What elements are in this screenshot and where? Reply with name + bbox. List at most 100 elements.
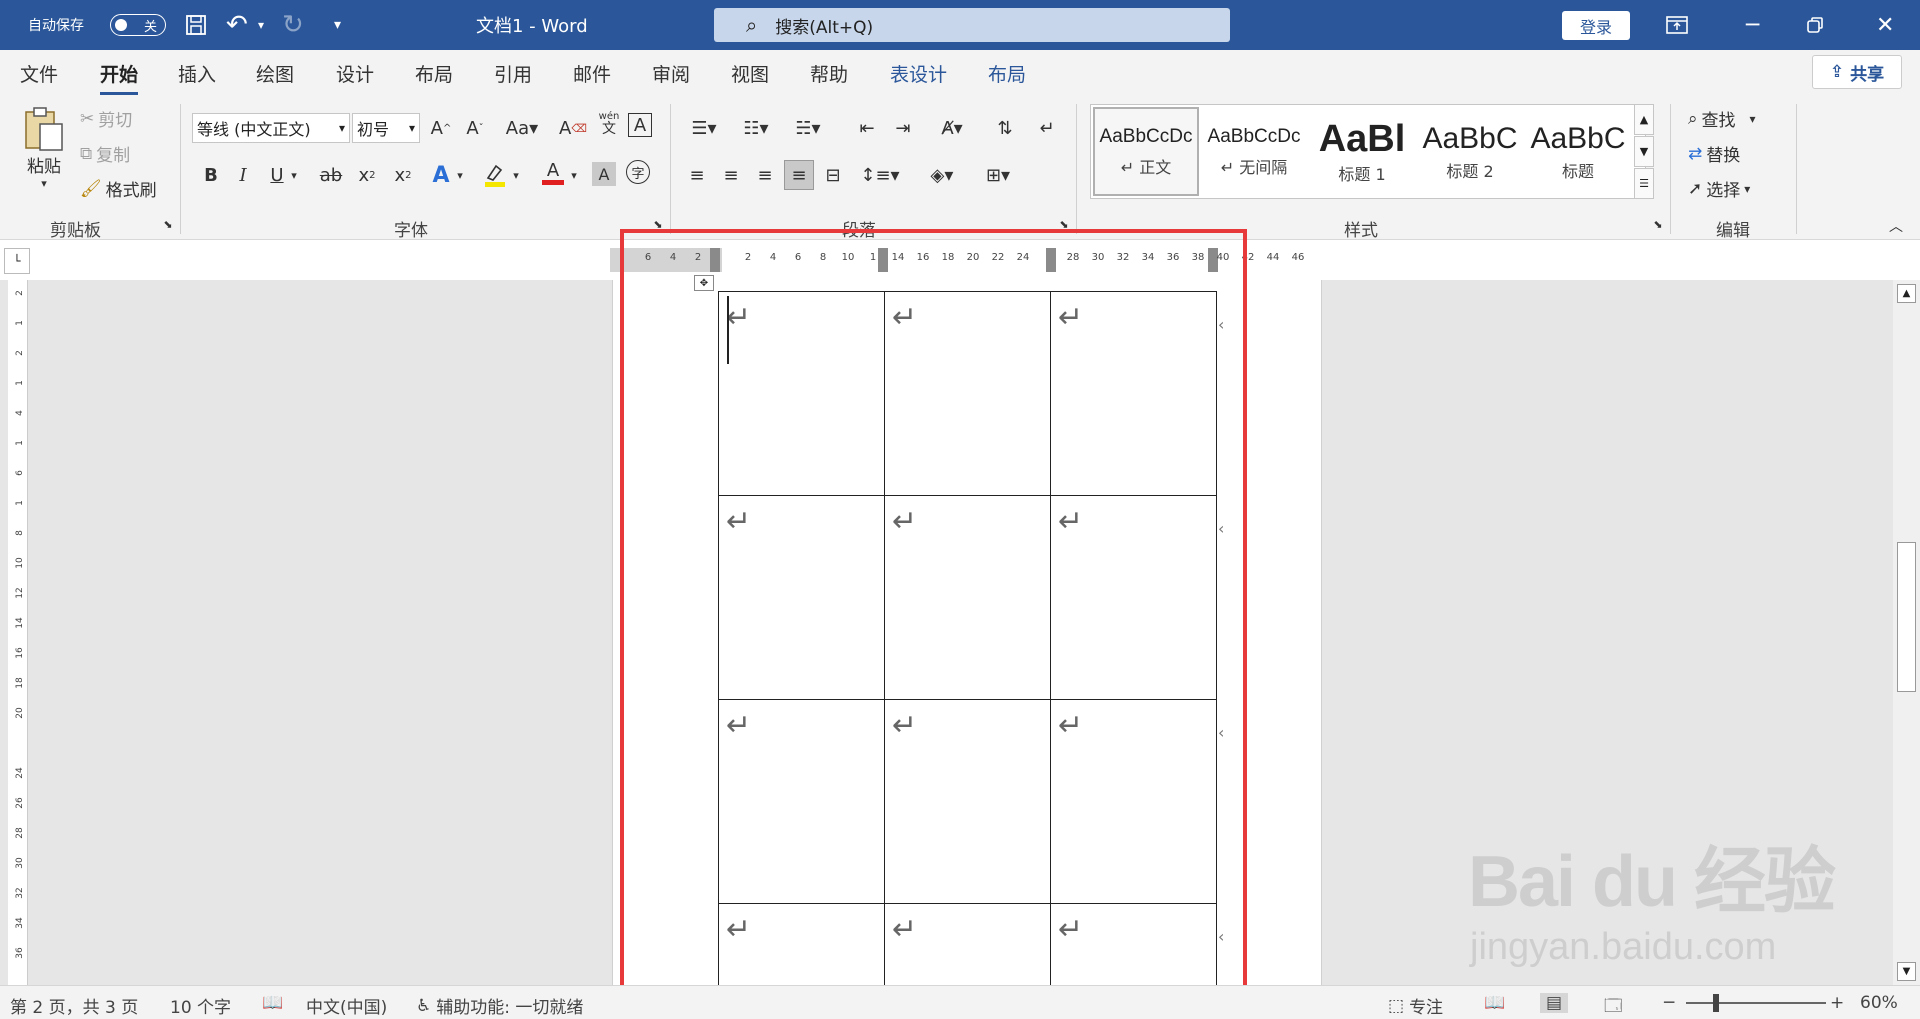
tab-mailings[interactable]: 邮件 [573, 60, 611, 87]
proofing-icon[interactable]: 📖 [262, 993, 283, 1013]
character-border-icon[interactable]: A [628, 113, 652, 137]
login-button[interactable]: 登录 [1562, 11, 1630, 40]
decrease-indent-icon[interactable]: ⇤ [852, 113, 882, 143]
bullets-icon[interactable]: ☰▾ [682, 113, 726, 143]
zoom-slider[interactable] [1686, 1002, 1826, 1004]
chinese-layout-icon[interactable]: Ⱥ▾ [930, 113, 974, 143]
tab-draw[interactable]: 绘图 [256, 60, 294, 87]
scroll-up-icon[interactable]: ▲ [1897, 284, 1916, 303]
shading-icon[interactable]: ◈▾ [920, 160, 964, 190]
multilevel-list-icon[interactable]: ☵▾ [786, 113, 830, 143]
tab-file[interactable]: 文件 [20, 60, 58, 87]
tab-help[interactable]: 帮助 [810, 60, 848, 87]
paragraph-launcher-icon[interactable]: ⬊ [1056, 216, 1072, 232]
numbering-icon[interactable]: ☷▾ [734, 113, 778, 143]
tab-design[interactable]: 设计 [336, 60, 374, 87]
enclose-characters-icon[interactable]: 字 [626, 160, 650, 184]
zoom-slider-thumb[interactable] [1712, 994, 1719, 1012]
borders-icon[interactable]: ⊞▾ [976, 160, 1020, 190]
font-name-dropdown[interactable]: 等线 (中文正文) ▾ [192, 113, 350, 143]
paste-button[interactable]: 粘贴 ▾ [22, 104, 66, 190]
search-box[interactable]: ⌕ 搜索(Alt+Q) [714, 8, 1230, 42]
chevron-down-icon[interactable]: ▾ [452, 160, 468, 190]
save-icon[interactable] [184, 0, 208, 50]
ribbon-display-icon[interactable] [1666, 0, 1688, 50]
clear-formatting-icon[interactable]: A ⌫ [558, 113, 588, 143]
tab-review[interactable]: 审阅 [652, 60, 690, 87]
web-layout-icon[interactable]: 🗔 [1604, 993, 1622, 1019]
autosave-toggle[interactable]: 关 [110, 14, 166, 36]
italic-icon[interactable]: I [228, 160, 258, 190]
font-color-icon[interactable]: A [538, 158, 568, 188]
font-size-dropdown[interactable]: 初号 ▾ [352, 113, 420, 143]
styles-gallery[interactable]: AaBbCcDc ↵ 正文 AaBbCcDc ↵ 无间隔 AaBl 标题 1 A… [1090, 104, 1646, 199]
language[interactable]: 中文(中国) [306, 993, 387, 1018]
replace-button[interactable]: ⇄ 替换 [1688, 141, 1740, 167]
print-layout-icon[interactable]: ▤ [1540, 993, 1569, 1013]
tab-stop-selector-icon[interactable]: └ [4, 248, 30, 274]
undo-icon[interactable]: ↶ [226, 0, 248, 50]
zoom-in-icon[interactable]: + [1830, 993, 1844, 1013]
character-shading-icon[interactable]: A [592, 162, 616, 186]
tab-view[interactable]: 视图 [731, 60, 769, 87]
styles-scroll-down-icon[interactable]: ▼ [1634, 136, 1654, 167]
align-right-icon[interactable]: ≡ [750, 160, 780, 190]
undo-dropdown-icon[interactable]: ▾ [258, 0, 264, 50]
grow-font-icon[interactable]: A ^ [426, 113, 456, 143]
restore-icon[interactable] [1806, 0, 1824, 50]
scroll-down-icon[interactable]: ▼ [1897, 962, 1916, 981]
vertical-scrollbar[interactable]: ▲ ▼ [1893, 280, 1920, 985]
collapse-ribbon-icon[interactable]: ︿ [1886, 216, 1906, 236]
line-spacing-icon[interactable]: ↕≡▾ [858, 160, 902, 190]
shrink-font-icon[interactable]: Aˇ [460, 113, 490, 143]
tab-insert[interactable]: 插入 [178, 60, 216, 87]
distributed-icon[interactable]: ⊟ [818, 160, 848, 190]
style-heading-2[interactable]: AaBbC 标题 2 [1417, 107, 1523, 196]
tab-layout[interactable]: 布局 [415, 60, 453, 87]
chevron-down-icon[interactable]: ▾ [508, 160, 524, 190]
align-center-icon[interactable]: ≡ [716, 160, 746, 190]
styles-more-icon[interactable]: ☰ [1634, 168, 1654, 199]
zoom-out-icon[interactable]: ─ [1664, 993, 1674, 1013]
phonetic-guide-icon[interactable]: wén 文 [594, 109, 624, 139]
customize-icon[interactable]: ▾ [334, 0, 341, 50]
word-count[interactable]: 10 个字 [170, 993, 231, 1018]
redo-icon[interactable]: ↻ [282, 0, 304, 50]
styles-scroll-up-icon[interactable]: ▲ [1634, 104, 1654, 135]
focus-button[interactable]: ⬚ 专注 [1388, 993, 1443, 1019]
style-normal[interactable]: AaBbCcDc ↵ 正文 [1093, 107, 1199, 196]
subscript-icon[interactable]: x2 [352, 160, 382, 190]
increase-indent-icon[interactable]: ⇥ [888, 113, 918, 143]
copy-button[interactable]: ⧉ 复制 [80, 141, 130, 167]
select-button[interactable]: ➚ 选择 ▾ [1688, 176, 1750, 202]
tab-references[interactable]: 引用 [494, 60, 532, 87]
autosave-toggle-wrap[interactable]: 关 [110, 0, 166, 50]
vertical-ruler[interactable]: 2 1 2 1 4 1 6 1 8 10 12 14 16 18 20 24 26 28 30 32 34 36 [8, 280, 28, 985]
tab-table-layout[interactable]: 布局 [988, 60, 1026, 87]
column-marker[interactable] [1046, 248, 1056, 272]
scroll-thumb[interactable] [1897, 542, 1916, 692]
strikethrough-icon[interactable]: ab [316, 160, 346, 190]
format-painter-button[interactable]: 🖌 格式刷 [80, 176, 157, 202]
tab-table-design[interactable]: 表设计 [890, 60, 947, 87]
style-heading-1[interactable]: AaBl 标题 1 [1309, 107, 1415, 196]
accessibility-button[interactable]: ♿ 辅助功能: 一切就绪 [416, 993, 583, 1019]
styles-launcher-icon[interactable]: ⬊ [1650, 216, 1666, 232]
justify-icon[interactable]: ≡ [784, 160, 814, 190]
read-mode-icon[interactable]: 📖 [1484, 993, 1505, 1013]
underline-dropdown-icon[interactable]: ▾ [286, 160, 302, 190]
superscript-icon[interactable]: x2 [388, 160, 418, 190]
clipboard-launcher-icon[interactable]: ⬊ [160, 216, 176, 232]
horizontal-ruler[interactable]: 6 4 2 2 4 6 8 10 1 14 16 18 20 22 24 28 30 32 34 36 38 40 42 44… [610, 248, 1324, 272]
chevron-down-icon[interactable]: ▾ [566, 160, 582, 190]
change-case-icon[interactable]: Aa▾ [498, 113, 546, 143]
table-move-handle-icon[interactable]: ✥ [694, 275, 714, 291]
column-marker[interactable] [710, 248, 720, 272]
minimize-icon[interactable]: ─ [1746, 0, 1759, 50]
tab-home[interactable]: 开始 [100, 60, 139, 95]
style-no-spacing[interactable]: AaBbCcDc ↵ 无间隔 [1201, 107, 1307, 196]
highlight-icon[interactable] [480, 160, 510, 190]
sort-icon[interactable]: ⇅ [990, 113, 1020, 143]
align-left-icon[interactable]: ≡ [682, 160, 712, 190]
bold-icon[interactable]: B [196, 160, 226, 190]
